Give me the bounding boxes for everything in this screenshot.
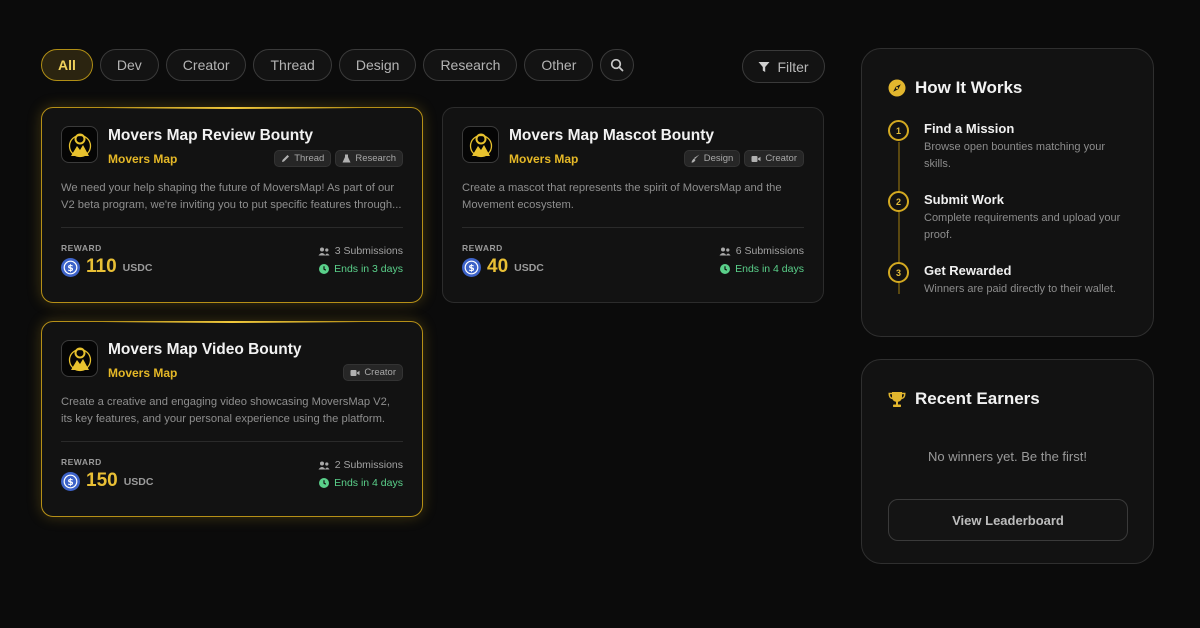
reward-unit: USDC	[514, 262, 544, 274]
reward-amount: 40	[487, 256, 509, 277]
reward-label: REWARD	[61, 243, 102, 253]
step-title: Submit Work	[924, 192, 1004, 207]
submissions-count: 3 Submissions	[318, 245, 403, 257]
chip-research[interactable]: Research	[423, 49, 518, 81]
bounty-org[interactable]: Movers Map	[108, 152, 177, 166]
bounty-title[interactable]: Movers Map Video Bounty	[108, 341, 403, 359]
step-title: Find a Mission	[924, 121, 1015, 136]
trophy-icon	[888, 391, 906, 407]
brush-icon	[691, 154, 700, 163]
tag-creator: Creator	[343, 364, 403, 381]
bounty-card[interactable]: Movers Map Mascot Bounty Movers Map Desi…	[442, 107, 824, 303]
submissions-count: 2 Submissions	[318, 459, 403, 471]
bounty-title[interactable]: Movers Map Review Bounty	[108, 127, 403, 145]
step-item: 3 Get Rewarded Winners are paid directly…	[888, 262, 1127, 298]
movers-map-logo	[462, 126, 499, 163]
bounty-org[interactable]: Movers Map	[509, 152, 578, 166]
step-number: 3	[888, 262, 909, 283]
step-number: 1	[888, 120, 909, 141]
usdc-icon: $	[462, 257, 481, 277]
step-description: Winners are paid directly to their walle…	[924, 283, 1116, 295]
users-icon	[318, 247, 330, 255]
bounty-description: Create a creative and engaging video sho…	[61, 396, 390, 425]
compass-icon	[888, 79, 906, 97]
step-item: 1 Find a Mission Browse open bounties ma…	[888, 120, 1127, 173]
chip-creator[interactable]: Creator	[165, 49, 247, 81]
bounty-description: We need your help shaping the future of …	[61, 182, 402, 211]
chip-other[interactable]: Other	[524, 49, 594, 81]
pencil-icon	[282, 155, 290, 162]
clock-icon	[319, 264, 330, 274]
bounty-description: Create a mascot that represents the spir…	[462, 182, 782, 211]
divider	[462, 227, 804, 228]
tag-design: Design	[683, 150, 741, 167]
step-description: Browse open bounties matching your skill…	[924, 141, 1105, 170]
usdc-icon: $	[61, 471, 80, 491]
submissions-count: 6 Submissions	[719, 245, 804, 257]
funnel-icon	[758, 61, 770, 72]
reward-label: REWARD	[61, 457, 102, 467]
view-leaderboard-button[interactable]: View Leaderboard	[888, 499, 1128, 541]
chip-design[interactable]: Design	[338, 49, 417, 81]
filter-button[interactable]: Filter	[742, 50, 825, 83]
deadline: Ends in 3 days	[318, 263, 403, 275]
usdc-icon: $	[61, 257, 80, 277]
step-description: Complete requirements and upload your pr…	[924, 212, 1121, 241]
tag-research: Research	[335, 150, 403, 167]
step-number: 2	[888, 191, 909, 212]
svg-text:$: $	[67, 264, 73, 274]
reward-amount: 150	[86, 470, 118, 491]
filter-label: Filter	[777, 58, 809, 75]
search-icon	[611, 58, 624, 72]
how-it-works-panel: How It Works 1 Find a Mission Browse ope…	[861, 48, 1154, 337]
reward-unit: USDC	[122, 262, 153, 274]
chip-thread[interactable]: Thread	[253, 49, 332, 81]
clock-icon	[319, 478, 330, 488]
step-item: 2 Submit Work Complete requirements and …	[888, 191, 1127, 244]
empty-state-text: No winners yet. Be the first!	[928, 449, 1087, 464]
clock-icon	[720, 264, 731, 274]
recent-earners-panel: Recent Earners No winners yet. Be the fi…	[861, 359, 1154, 564]
divider	[61, 441, 403, 442]
users-icon	[318, 461, 330, 469]
bounty-card[interactable]: Movers Map Review Bounty Movers Map Thre…	[41, 107, 423, 303]
divider	[61, 227, 403, 228]
chip-all[interactable]: All	[41, 49, 93, 81]
bounty-org[interactable]: Movers Map	[108, 366, 177, 380]
step-title: Get Rewarded	[924, 263, 1012, 278]
movers-map-logo	[61, 126, 98, 163]
how-it-works-title: How It Works	[888, 78, 1127, 98]
bounty-title[interactable]: Movers Map Mascot Bounty	[509, 127, 804, 145]
chip-dev[interactable]: Dev	[99, 49, 159, 81]
reward-label: REWARD	[462, 243, 503, 253]
deadline: Ends in 4 days	[719, 263, 804, 275]
recent-earners-title: Recent Earners	[888, 389, 1127, 409]
bounty-card[interactable]: Movers Map Video Bounty Movers Map Creat…	[41, 321, 423, 517]
svg-text:$: $	[67, 478, 73, 488]
users-icon	[719, 247, 731, 255]
svg-text:$: $	[468, 264, 474, 274]
movers-map-logo	[61, 340, 98, 377]
tag-creator: Creator	[744, 150, 804, 167]
category-filter-bar: All Dev Creator Thread Design Research O…	[41, 49, 635, 81]
tag-thread: Thread	[274, 150, 332, 167]
search-button[interactable]	[600, 49, 635, 81]
video-icon	[751, 155, 761, 162]
deadline: Ends in 4 days	[318, 477, 403, 489]
video-icon	[350, 369, 360, 376]
reward-unit: USDC	[123, 476, 154, 488]
flask-icon	[342, 154, 351, 163]
reward-amount: 110	[86, 256, 117, 277]
